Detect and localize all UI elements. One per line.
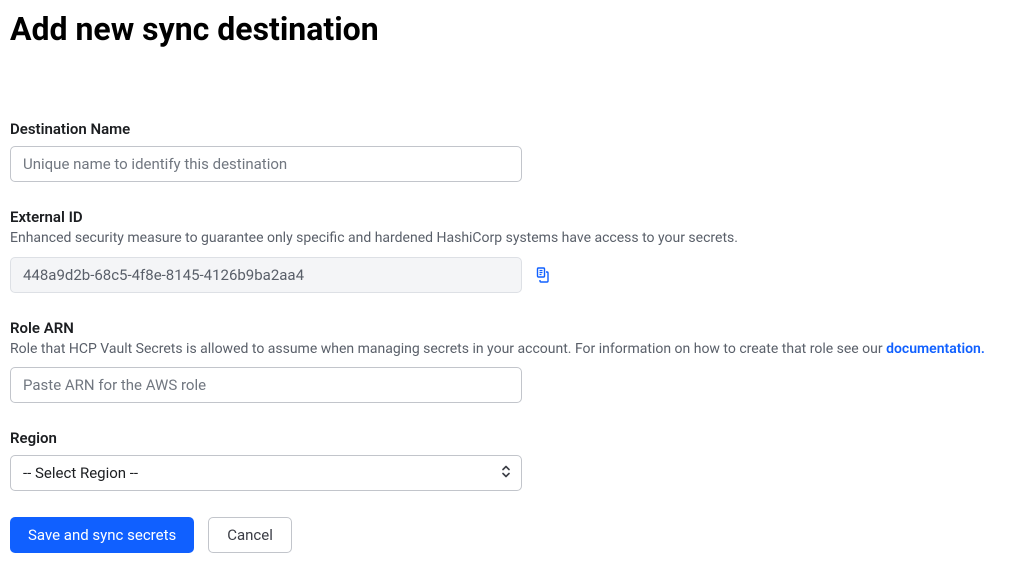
- external-id-field: External ID Enhanced security measure to…: [10, 208, 1014, 293]
- page-title: Add new sync destination: [10, 10, 1014, 48]
- role-arn-help-text: Role that HCP Vault Secrets is allowed t…: [10, 341, 886, 357]
- destination-name-label: Destination Name: [10, 120, 1014, 138]
- role-arn-input[interactable]: [10, 367, 522, 403]
- cancel-button[interactable]: Cancel: [208, 517, 292, 553]
- external-id-input: [10, 257, 522, 293]
- region-field: Region -- Select Region --: [10, 429, 1014, 491]
- region-select[interactable]: -- Select Region --: [10, 455, 522, 491]
- role-arn-field: Role ARN Role that HCP Vault Secrets is …: [10, 319, 1014, 404]
- destination-name-field: Destination Name: [10, 120, 1014, 182]
- external-id-help: Enhanced security measure to guarantee o…: [10, 229, 1014, 249]
- save-button[interactable]: Save and sync secrets: [10, 517, 194, 553]
- role-arn-label: Role ARN: [10, 319, 1014, 337]
- external-id-label: External ID: [10, 208, 1014, 226]
- clipboard-copy-icon[interactable]: [534, 267, 550, 283]
- documentation-link[interactable]: documentation.: [886, 341, 985, 357]
- destination-name-input[interactable]: [10, 146, 522, 182]
- role-arn-help: Role that HCP Vault Secrets is allowed t…: [10, 340, 1014, 360]
- region-label: Region: [10, 429, 1014, 447]
- button-row: Save and sync secrets Cancel: [10, 517, 1014, 553]
